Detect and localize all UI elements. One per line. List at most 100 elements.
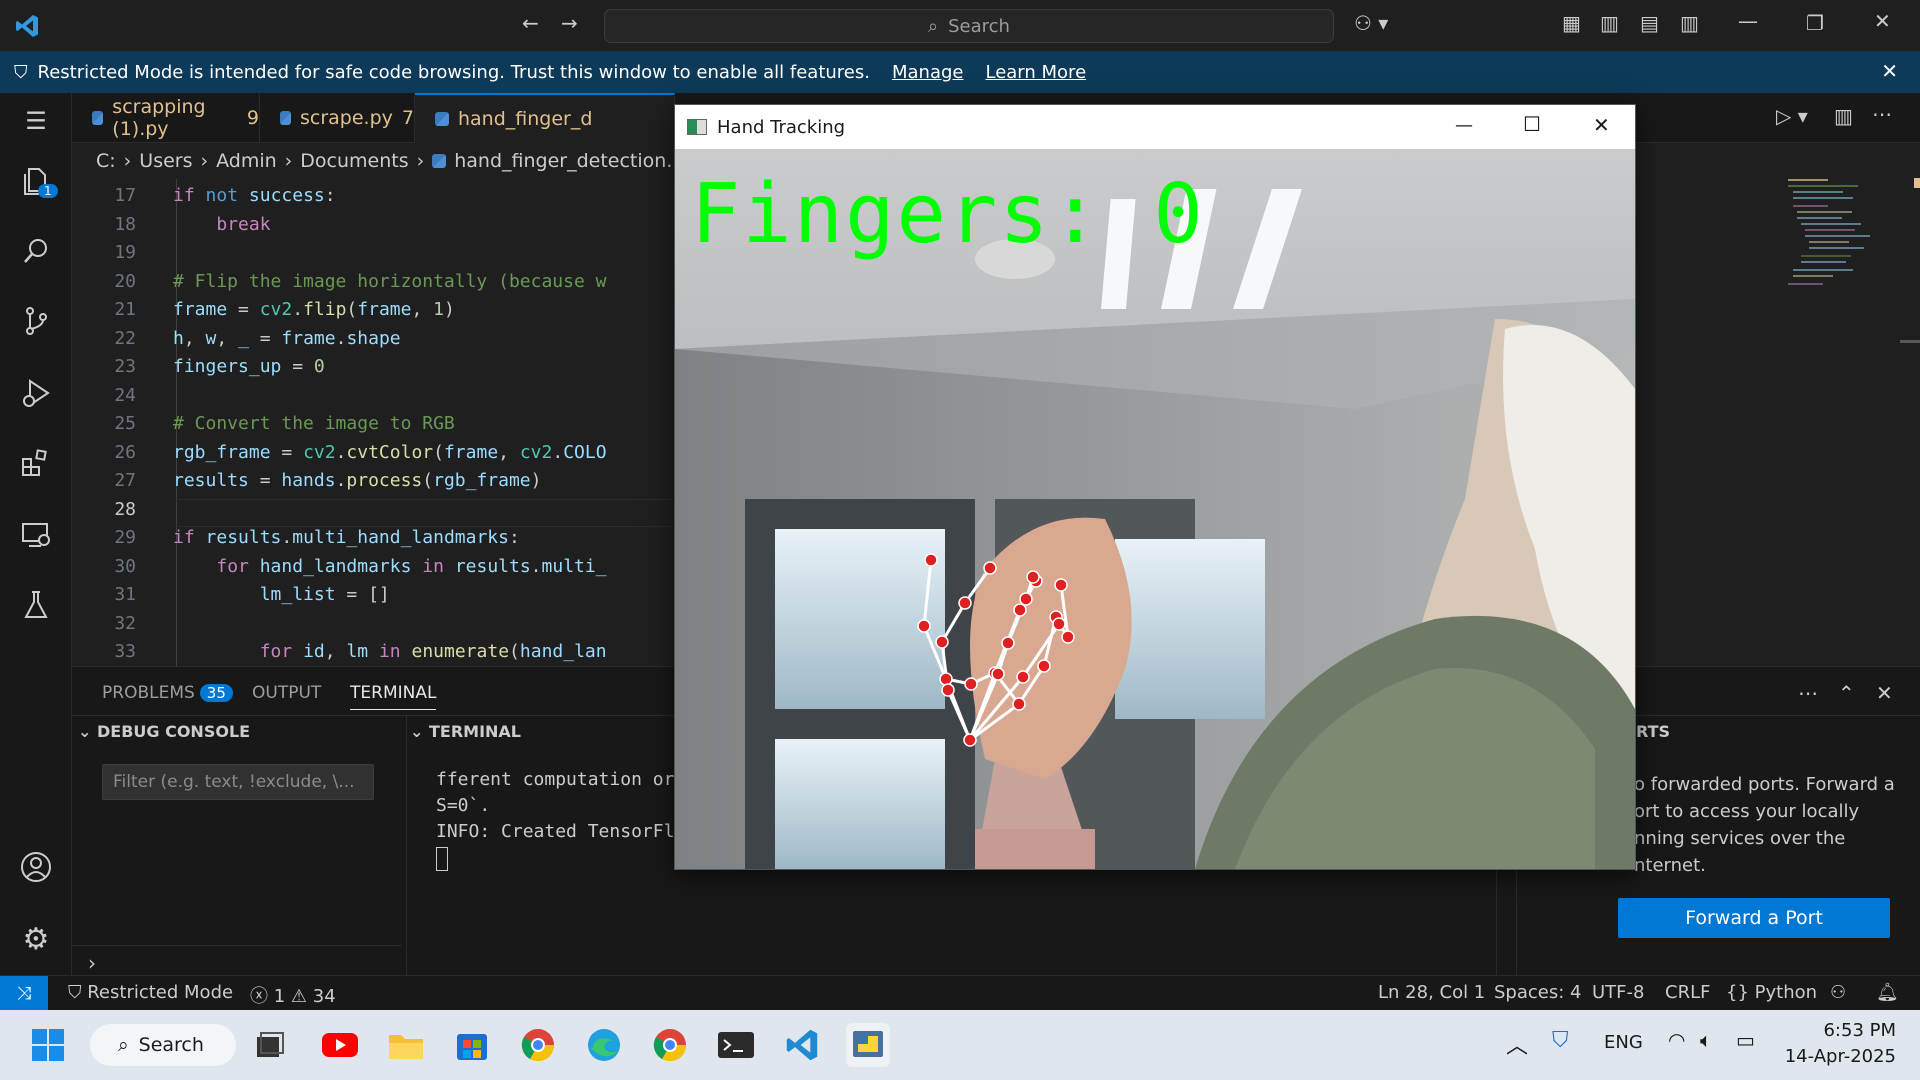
terminal-header[interactable]: ⌄ TERMINAL [410, 722, 521, 741]
debug-console-header[interactable]: ⌄ DEBUG CONSOLE [78, 722, 250, 741]
tab-hand-finger-detection[interactable]: hand_finger_d [415, 93, 675, 143]
breadcrumb-item[interactable]: Users [139, 150, 192, 172]
more-actions-icon[interactable]: ⋯ [1872, 102, 1892, 126]
gear-icon[interactable]: ⚙ [0, 911, 72, 967]
battery-icon[interactable]: ▭ [1736, 1028, 1755, 1052]
tab-scrape[interactable]: scrape.py 7 [260, 93, 415, 143]
python-file-icon [280, 111, 291, 125]
minimize-icon[interactable]: — [1455, 115, 1473, 136]
panel-more-icon[interactable]: ⋯ [1798, 681, 1818, 705]
restricted-mode-status[interactable]: ⛉ Restricted Mode [68, 982, 233, 1003]
taskbar-search[interactable]: ⌕ Search [90, 1024, 236, 1066]
file-explorer-icon[interactable] [384, 1023, 428, 1067]
explorer-icon[interactable]: 1 [0, 153, 72, 209]
breadcrumb-item[interactable]: Documents [300, 150, 408, 172]
tab-problems[interactable]: PROBLEMS 35 [102, 683, 233, 703]
code-line: if results.multi_hand_landmarks: [173, 527, 520, 548]
wifi-icon[interactable]: ◠ [1668, 1028, 1685, 1052]
code-line: if not success: [173, 185, 336, 206]
chevron-right-icon[interactable]: › [88, 951, 96, 975]
ports-text-line: o forwarded ports. Forward a [1634, 774, 1895, 795]
learn-more-link[interactable]: Learn More [985, 62, 1086, 83]
maximize-icon[interactable]: ☐ [1523, 112, 1541, 136]
forward-port-button[interactable]: Forward a Port [1618, 898, 1890, 938]
split-editor-icon[interactable]: ▥ [1834, 104, 1853, 128]
copilot-icon[interactable]: ⚇ ▾ [1354, 11, 1388, 35]
code-line: for id, lm in enumerate(hand_lan [259, 641, 607, 662]
command-search-box[interactable]: ⌕ Search [604, 9, 1334, 43]
cursor-position[interactable]: Ln 28, Col 1 [1378, 982, 1485, 1003]
python-file-icon [432, 154, 447, 168]
error-count: 1 [273, 986, 286, 1007]
forward-arrow-icon[interactable]: → [561, 11, 578, 35]
clock[interactable]: 6:53 PM 14-Apr-2025 [1780, 1018, 1896, 1070]
run-debug-icon[interactable] [0, 365, 72, 421]
account-icon[interactable] [0, 839, 72, 895]
windows-start-icon[interactable] [26, 1023, 70, 1067]
extensions-icon[interactable] [0, 435, 72, 491]
banner-message: Restricted Mode is intended for safe cod… [37, 61, 870, 83]
remote-indicator-icon[interactable]: ⤨ [0, 976, 48, 1010]
chevron-down-icon: ⌄ [410, 722, 424, 741]
customize-layout-icon[interactable]: ▦ [1562, 11, 1581, 35]
breadcrumb-item[interactable]: hand_finger_detection.py [454, 150, 695, 172]
terminal-label: TERMINAL [428, 722, 521, 741]
hand-tracking-titlebar[interactable]: Hand Tracking — ☐ ✕ [675, 105, 1635, 149]
tab-terminal[interactable]: TERMINAL [350, 683, 437, 710]
problems-status[interactable]: ⓧ 1 ⚠ 34 [250, 982, 336, 1008]
warning-icon: ⚠ [290, 986, 308, 1007]
close-banner-icon[interactable]: ✕ [1881, 59, 1898, 83]
task-view-icon[interactable] [248, 1023, 292, 1067]
window-app-icon [687, 119, 707, 135]
debug-filter-input[interactable]: Filter (e.g. text, !exclude, \... [102, 764, 374, 800]
back-arrow-icon[interactable]: ← [522, 11, 539, 35]
notifications-bell-icon[interactable]: 🔔︎ [1876, 982, 1899, 1003]
volume-icon[interactable]: 🔈︎ [1700, 1028, 1712, 1052]
toggle-panel-icon[interactable]: ▤ [1640, 11, 1659, 35]
close-window-icon[interactable]: ✕ [1874, 9, 1891, 33]
copilot-status-icon[interactable]: ⚇ [1830, 982, 1846, 1003]
minimize-icon[interactable]: — [1738, 9, 1758, 33]
remote-explorer-icon[interactable] [0, 507, 72, 563]
vscode-taskbar-icon[interactable] [780, 1023, 824, 1067]
youtube-app-icon[interactable] [318, 1023, 362, 1067]
chrome-icon[interactable] [516, 1023, 560, 1067]
terminal-app-icon[interactable] [714, 1023, 758, 1067]
testing-icon[interactable] [0, 577, 72, 633]
language-mode[interactable]: {} Python [1726, 982, 1817, 1003]
overview-ruler-marker [1914, 178, 1920, 188]
close-panel-icon[interactable]: ✕ [1876, 681, 1893, 705]
source-control-icon[interactable] [0, 293, 72, 349]
ports-header[interactable]: RTS [1636, 722, 1670, 741]
hand-tracking-window[interactable]: Hand Tracking — ☐ ✕ Fingers: 0 [674, 104, 1636, 870]
language-indicator[interactable]: ENG [1604, 1032, 1643, 1053]
terminal-cursor [436, 847, 448, 871]
manage-link[interactable]: Manage [892, 62, 964, 83]
search-icon[interactable] [0, 223, 72, 279]
toggle-secondary-sidebar-icon[interactable]: ▥ [1680, 11, 1699, 35]
tab-scrapping[interactable]: scrapping (1).py 9 [72, 93, 260, 143]
close-icon[interactable]: ✕ [1593, 113, 1610, 137]
indentation[interactable]: Spaces: 4 [1494, 982, 1581, 1003]
toggle-primary-sidebar-icon[interactable]: ▥ [1600, 11, 1619, 35]
menu-icon[interactable]: ☰ [0, 93, 72, 149]
run-python-file-icon[interactable]: ▷ ▾ [1776, 104, 1808, 128]
restore-icon[interactable]: ❐ [1806, 11, 1824, 35]
breadcrumb-item[interactable]: C: [96, 150, 116, 172]
line-ending[interactable]: CRLF [1665, 982, 1710, 1003]
scrollbar-thumb[interactable] [1900, 340, 1920, 343]
encoding[interactable]: UTF-8 [1592, 982, 1644, 1003]
chevron-up-icon[interactable]: ︿ [1506, 1028, 1528, 1060]
maximize-panel-icon[interactable]: ⌃ [1838, 681, 1855, 705]
vscode-logo-icon[interactable] [14, 13, 40, 43]
breadcrumb-item[interactable]: Admin [216, 150, 277, 172]
tab-output[interactable]: OUTPUT [252, 683, 321, 703]
chrome-profile-icon[interactable] [648, 1023, 692, 1067]
python-app-icon[interactable] [846, 1023, 890, 1067]
code-line: frame = cv2.flip(frame, 1) [173, 299, 455, 320]
edge-icon[interactable] [582, 1023, 626, 1067]
minimap[interactable] [1785, 179, 1880, 309]
tab-label: scrape.py [300, 107, 393, 129]
microsoft-store-icon[interactable] [450, 1023, 494, 1067]
defender-shield-icon[interactable]: ⛉ [1552, 1028, 1569, 1053]
